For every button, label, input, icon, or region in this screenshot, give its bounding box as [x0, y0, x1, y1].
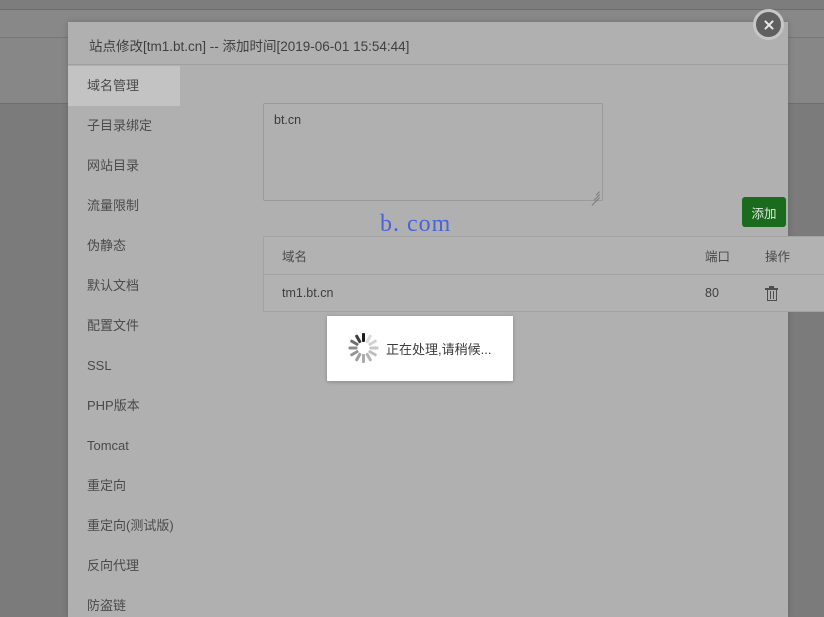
dialog-title: 站点修改[tm1.bt.cn] -- 添加时间[2019-06-01 15:54… [89, 39, 410, 54]
sidebar-item-6[interactable]: 配置文件 [68, 306, 180, 346]
close-icon [756, 12, 781, 37]
sidebar-item-label: 默认文档 [87, 278, 140, 293]
column-header-port: 端口 [705, 237, 765, 275]
sidebar-item-label: Tomcat [87, 438, 129, 453]
table-header-row: 域名 端口 操作 [264, 237, 824, 275]
sidebar-item-13[interactable]: 防盗链 [68, 586, 180, 617]
spinner-spoke [361, 354, 365, 363]
sidebar-item-label: 域名管理 [87, 78, 140, 93]
domain-annotation-text: b. com [380, 211, 452, 237]
background-divider-1 [0, 9, 824, 10]
sidebar-item-label: 子目录绑定 [87, 118, 153, 133]
sidebar-item-9[interactable]: Tomcat [68, 426, 180, 466]
sidebar-item-label: 重定向(测试版) [87, 518, 174, 533]
sidebar-item-1[interactable]: 子目录绑定 [68, 106, 180, 146]
sidebar-item-3[interactable]: 流量限制 [68, 186, 180, 226]
loading-message: 正在处理,请稍候... [386, 342, 492, 357]
domain-add-row: b. com 添加 [180, 103, 788, 237]
cell-domain: tm1.bt.cn [282, 286, 334, 300]
background-obscured-text: ·· ·· · · [300, 0, 344, 9]
cell-port: 80 [705, 286, 719, 300]
sidebar-item-label: SSL [87, 358, 112, 373]
dialog-sidebar[interactable]: 域名管理子目录绑定网站目录流量限制伪静态默认文档配置文件 SSL PHP版本 Tomc… [68, 66, 180, 617]
sidebar-item-0[interactable]: 域名管理 [68, 66, 180, 106]
domain-input[interactable] [263, 103, 603, 201]
sidebar-item-label: 流量限制 [87, 198, 140, 213]
column-header-action: 操作 [765, 237, 824, 275]
spinner-spoke [369, 346, 378, 350]
sidebar-item-label: PHP版本 [87, 398, 140, 413]
sidebar-item-5[interactable]: 默认文档 [68, 266, 180, 306]
sidebar-item-8[interactable]: PHP版本 [68, 386, 180, 426]
column-header-domain: 域名 [264, 237, 705, 275]
sidebar-item-10[interactable]: 重定向 [68, 466, 180, 506]
cell-action [765, 275, 824, 312]
spinner-spoke [348, 346, 357, 350]
sidebar-item-label: 重定向 [87, 478, 127, 493]
dialog-header: 站点修改[tm1.bt.cn] -- 添加时间[2019-06-01 15:54… [68, 22, 788, 65]
sidebar-item-label: 防盗链 [87, 598, 127, 613]
sidebar-item-label: 反向代理 [87, 558, 140, 573]
add-domain-button[interactable]: 添加 [742, 197, 786, 227]
spinner-icon [347, 332, 379, 364]
sidebar-item-label: 网站目录 [87, 158, 140, 173]
close-dialog-button[interactable] [753, 9, 784, 40]
sidebar-item-label: 伪静态 [87, 238, 127, 253]
sidebar-item-label: 配置文件 [87, 318, 140, 333]
loading-toast: 正在处理,请稍候... [327, 316, 513, 381]
table-row: tm1.bt.cn 80 [264, 275, 824, 312]
trash-icon[interactable] [765, 285, 778, 301]
screen-root: ·· ·· · · 站点修改[tm1.bt.cn] -- 添加时间[2019-0… [0, 0, 824, 617]
sidebar-item-11[interactable]: 重定向(测试版) [68, 506, 180, 546]
sidebar-item-7[interactable]: SSL [68, 346, 180, 386]
sidebar-item-2[interactable]: 网站目录 [68, 146, 180, 186]
domain-textarea-wrapper [263, 103, 603, 206]
sidebar-item-12[interactable]: 反向代理 [68, 546, 180, 586]
sidebar-item-4[interactable]: 伪静态 [68, 226, 180, 266]
spinner-spoke [361, 333, 365, 342]
domain-table: 域名 端口 操作 tm1.bt.cn 80 [263, 236, 824, 312]
